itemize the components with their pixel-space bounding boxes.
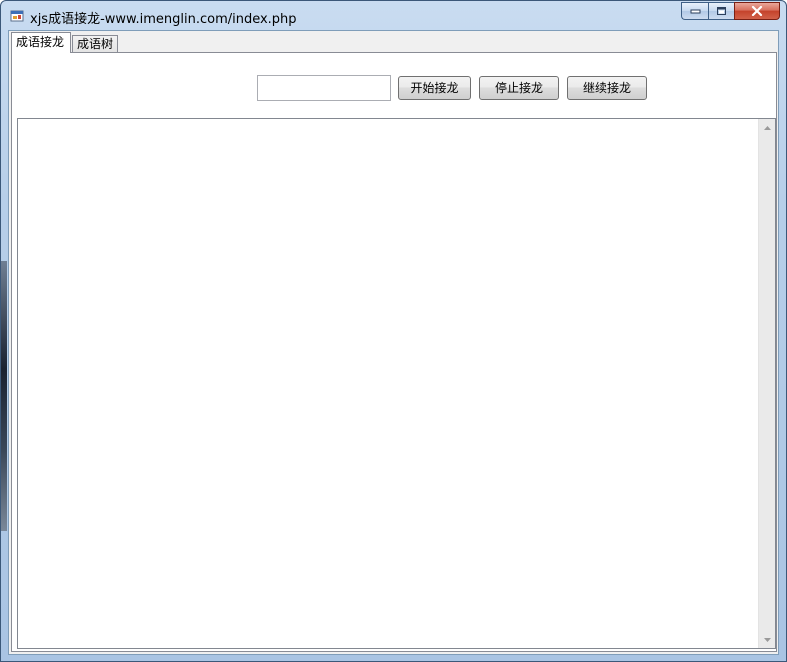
scroll-up-arrow-icon bbox=[764, 125, 771, 130]
tab-page-idiom-chain: 开始接龙 停止接龙 继续接龙 bbox=[11, 52, 777, 652]
output-textbox[interactable] bbox=[17, 118, 776, 649]
minimize-icon bbox=[690, 9, 700, 14]
caption-buttons bbox=[681, 2, 780, 21]
tab-idiom-chain[interactable]: 成语接龙 bbox=[11, 32, 71, 53]
client-area: 成语接龙 成语树 开始接龙 停止接龙 继续接龙 bbox=[8, 30, 779, 655]
maximize-icon bbox=[717, 7, 726, 15]
window-title: xjs成语接龙-www.imenglin.com/index.php bbox=[30, 12, 297, 27]
maximize-button[interactable] bbox=[708, 2, 734, 20]
continue-chain-button[interactable]: 继续接龙 bbox=[567, 76, 647, 100]
title-bar[interactable]: xjs成语接龙-www.imenglin.com/index.php bbox=[1, 1, 786, 31]
scroll-up-button[interactable] bbox=[759, 119, 776, 136]
vertical-scrollbar[interactable] bbox=[758, 119, 775, 648]
close-button[interactable] bbox=[734, 2, 780, 20]
app-window-icon bbox=[10, 10, 24, 22]
close-icon bbox=[751, 6, 763, 16]
scroll-down-button[interactable] bbox=[759, 631, 776, 648]
tab-idiom-tree[interactable]: 成语树 bbox=[72, 35, 118, 53]
minimize-button[interactable] bbox=[681, 2, 708, 20]
window-shadow-edge bbox=[1, 261, 7, 531]
idiom-input[interactable] bbox=[257, 75, 391, 101]
app-window: xjs成语接龙-www.imenglin.com/index.php 成语接龙 … bbox=[0, 0, 787, 662]
scroll-down-arrow-icon bbox=[764, 637, 771, 642]
stop-chain-button[interactable]: 停止接龙 bbox=[479, 76, 559, 100]
start-chain-button[interactable]: 开始接龙 bbox=[398, 76, 471, 100]
